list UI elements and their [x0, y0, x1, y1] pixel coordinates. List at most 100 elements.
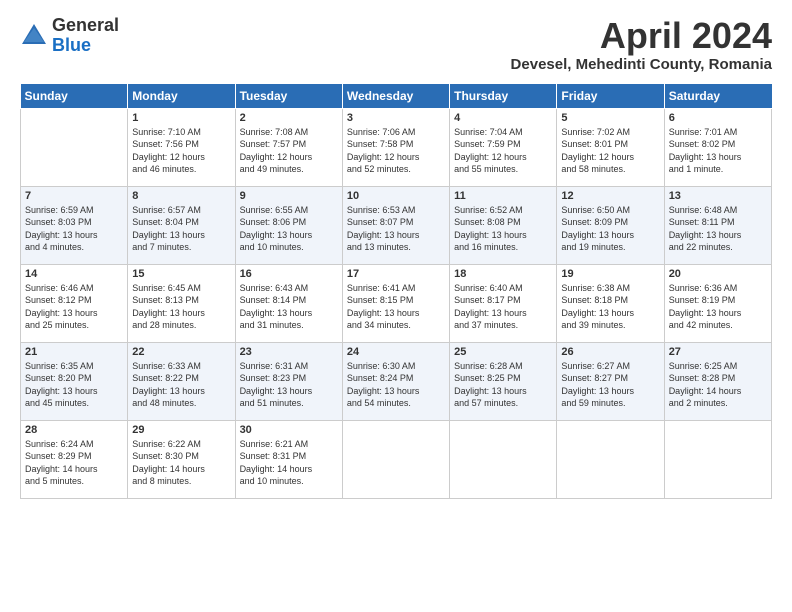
logo-blue-text: Blue — [52, 36, 119, 56]
day-number: 10 — [347, 190, 445, 202]
calendar-cell: 6 Sunrise: 7:01 AM Sunset: 8:02 PM Daylig… — [664, 108, 771, 186]
day-info: Sunrise: 6:30 AM Sunset: 8:24 PM Dayligh… — [347, 360, 445, 410]
calendar-cell: 29 Sunrise: 6:22 AM Sunset: 8:30 PM Dayli… — [128, 420, 235, 498]
day-info: Sunrise: 6:38 AM Sunset: 8:18 PM Dayligh… — [561, 282, 659, 332]
day-number: 20 — [669, 268, 767, 280]
header-sunday: Sunday — [21, 83, 128, 108]
weekday-header-row: Sunday Monday Tuesday Wednesday Thursday… — [21, 83, 772, 108]
calendar-cell: 19 Sunrise: 6:38 AM Sunset: 8:18 PM Dayli… — [557, 264, 664, 342]
day-number: 21 — [25, 346, 123, 358]
day-info: Sunrise: 7:02 AM Sunset: 8:01 PM Dayligh… — [561, 126, 659, 176]
day-info: Sunrise: 6:57 AM Sunset: 8:04 PM Dayligh… — [132, 204, 230, 254]
day-number: 19 — [561, 268, 659, 280]
logo-icon — [20, 22, 48, 50]
calendar-cell: 4 Sunrise: 7:04 AM Sunset: 7:59 PM Daylig… — [450, 108, 557, 186]
day-number: 2 — [240, 112, 338, 124]
day-number: 16 — [240, 268, 338, 280]
day-number: 30 — [240, 424, 338, 436]
logo: General Blue — [20, 16, 119, 56]
calendar-cell: 2Sunrise: 7:08 AM Sunset: 7:57 PM Daylig… — [235, 108, 342, 186]
day-info: Sunrise: 6:35 AM Sunset: 8:20 PM Dayligh… — [25, 360, 123, 410]
day-info: Sunrise: 6:48 AM Sunset: 8:11 PM Dayligh… — [669, 204, 767, 254]
day-info: Sunrise: 6:40 AM Sunset: 8:17 PM Dayligh… — [454, 282, 552, 332]
calendar-table: Sunday Monday Tuesday Wednesday Thursday… — [20, 83, 772, 499]
week-row-4: 21 Sunrise: 6:35 AM Sunset: 8:20 PM Dayli… — [21, 342, 772, 420]
calendar-cell: 1Sunrise: 7:10 AM Sunset: 7:56 PM Daylig… — [128, 108, 235, 186]
day-number: 6 — [669, 112, 767, 124]
day-info: Sunrise: 6:27 AM Sunset: 8:27 PM Dayligh… — [561, 360, 659, 410]
calendar-cell: 22Sunrise: 6:33 AM Sunset: 8:22 PM Dayli… — [128, 342, 235, 420]
day-info: Sunrise: 7:06 AM Sunset: 7:58 PM Dayligh… — [347, 126, 445, 176]
day-info: Sunrise: 6:46 AM Sunset: 8:12 PM Dayligh… — [25, 282, 123, 332]
day-info: Sunrise: 6:41 AM Sunset: 8:15 PM Dayligh… — [347, 282, 445, 332]
calendar-page: General Blue April 2024 Devesel, Mehedin… — [0, 0, 792, 612]
title-area: April 2024 Devesel, Mehedinti County, Ro… — [511, 16, 772, 73]
day-number: 15 — [132, 268, 230, 280]
week-row-5: 28 Sunrise: 6:24 AM Sunset: 8:29 PM Dayli… — [21, 420, 772, 498]
calendar-cell: 13 Sunrise: 6:48 AM Sunset: 8:11 PM Dayli… — [664, 186, 771, 264]
calendar-cell: 27 Sunrise: 6:25 AM Sunset: 8:28 PM Dayli… — [664, 342, 771, 420]
calendar-cell: 5 Sunrise: 7:02 AM Sunset: 8:01 PM Daylig… — [557, 108, 664, 186]
calendar-cell: 10Sunrise: 6:53 AM Sunset: 8:07 PM Dayli… — [342, 186, 449, 264]
calendar-cell — [664, 420, 771, 498]
day-number: 26 — [561, 346, 659, 358]
week-row-1: 1Sunrise: 7:10 AM Sunset: 7:56 PM Daylig… — [21, 108, 772, 186]
calendar-cell: 15 Sunrise: 6:45 AM Sunset: 8:13 PM Dayli… — [128, 264, 235, 342]
header-monday: Monday — [128, 83, 235, 108]
day-info: Sunrise: 6:31 AM Sunset: 8:23 PM Dayligh… — [240, 360, 338, 410]
day-info: Sunrise: 6:24 AM Sunset: 8:29 PM Dayligh… — [25, 438, 123, 488]
header-wednesday: Wednesday — [342, 83, 449, 108]
day-number: 23 — [240, 346, 338, 358]
day-info: Sunrise: 7:10 AM Sunset: 7:56 PM Dayligh… — [132, 126, 230, 176]
calendar-cell: 25Sunrise: 6:28 AM Sunset: 8:25 PM Dayli… — [450, 342, 557, 420]
calendar-cell: 14 Sunrise: 6:46 AM Sunset: 8:12 PM Dayli… — [21, 264, 128, 342]
calendar-cell — [557, 420, 664, 498]
logo-text: General Blue — [52, 16, 119, 56]
day-number: 5 — [561, 112, 659, 124]
calendar-cell: 21 Sunrise: 6:35 AM Sunset: 8:20 PM Dayli… — [21, 342, 128, 420]
day-number: 29 — [132, 424, 230, 436]
logo-general-text: General — [52, 16, 119, 36]
day-number: 3 — [347, 112, 445, 124]
calendar-cell: 30 Sunrise: 6:21 AM Sunset: 8:31 PM Dayli… — [235, 420, 342, 498]
calendar-cell: 7Sunrise: 6:59 AM Sunset: 8:03 PM Daylig… — [21, 186, 128, 264]
calendar-cell — [342, 420, 449, 498]
calendar-cell: 18 Sunrise: 6:40 AM Sunset: 8:17 PM Dayli… — [450, 264, 557, 342]
calendar-cell: 24Sunrise: 6:30 AM Sunset: 8:24 PM Dayli… — [342, 342, 449, 420]
day-number: 28 — [25, 424, 123, 436]
day-info: Sunrise: 7:01 AM Sunset: 8:02 PM Dayligh… — [669, 126, 767, 176]
day-info: Sunrise: 6:43 AM Sunset: 8:14 PM Dayligh… — [240, 282, 338, 332]
day-info: Sunrise: 6:45 AM Sunset: 8:13 PM Dayligh… — [132, 282, 230, 332]
calendar-cell: 12Sunrise: 6:50 AM Sunset: 8:09 PM Dayli… — [557, 186, 664, 264]
calendar-cell — [450, 420, 557, 498]
header-friday: Friday — [557, 83, 664, 108]
week-row-3: 14 Sunrise: 6:46 AM Sunset: 8:12 PM Dayli… — [21, 264, 772, 342]
header-thursday: Thursday — [450, 83, 557, 108]
day-number: 17 — [347, 268, 445, 280]
day-number: 27 — [669, 346, 767, 358]
calendar-cell: 28 Sunrise: 6:24 AM Sunset: 8:29 PM Dayli… — [21, 420, 128, 498]
day-info: Sunrise: 6:59 AM Sunset: 8:03 PM Dayligh… — [25, 204, 123, 254]
calendar-cell: 11 Sunrise: 6:52 AM Sunset: 8:08 PM Dayli… — [450, 186, 557, 264]
day-info: Sunrise: 6:21 AM Sunset: 8:31 PM Dayligh… — [240, 438, 338, 488]
header: General Blue April 2024 Devesel, Mehedin… — [20, 16, 772, 73]
calendar-cell: 16 Sunrise: 6:43 AM Sunset: 8:14 PM Dayli… — [235, 264, 342, 342]
day-number: 14 — [25, 268, 123, 280]
day-number: 4 — [454, 112, 552, 124]
calendar-cell: 17 Sunrise: 6:41 AM Sunset: 8:15 PM Dayli… — [342, 264, 449, 342]
location-title: Devesel, Mehedinti County, Romania — [511, 56, 772, 73]
day-info: Sunrise: 6:22 AM Sunset: 8:30 PM Dayligh… — [132, 438, 230, 488]
day-number: 12 — [561, 190, 659, 202]
calendar-cell: 3 Sunrise: 7:06 AM Sunset: 7:58 PM Daylig… — [342, 108, 449, 186]
day-number: 18 — [454, 268, 552, 280]
day-info: Sunrise: 6:25 AM Sunset: 8:28 PM Dayligh… — [669, 360, 767, 410]
day-number: 13 — [669, 190, 767, 202]
day-info: Sunrise: 6:33 AM Sunset: 8:22 PM Dayligh… — [132, 360, 230, 410]
calendar-cell: 20Sunrise: 6:36 AM Sunset: 8:19 PM Dayli… — [664, 264, 771, 342]
day-info: Sunrise: 6:52 AM Sunset: 8:08 PM Dayligh… — [454, 204, 552, 254]
day-info: Sunrise: 6:55 AM Sunset: 8:06 PM Dayligh… — [240, 204, 338, 254]
day-number: 11 — [454, 190, 552, 202]
month-title: April 2024 — [511, 16, 772, 56]
day-number: 25 — [454, 346, 552, 358]
day-info: Sunrise: 7:04 AM Sunset: 7:59 PM Dayligh… — [454, 126, 552, 176]
